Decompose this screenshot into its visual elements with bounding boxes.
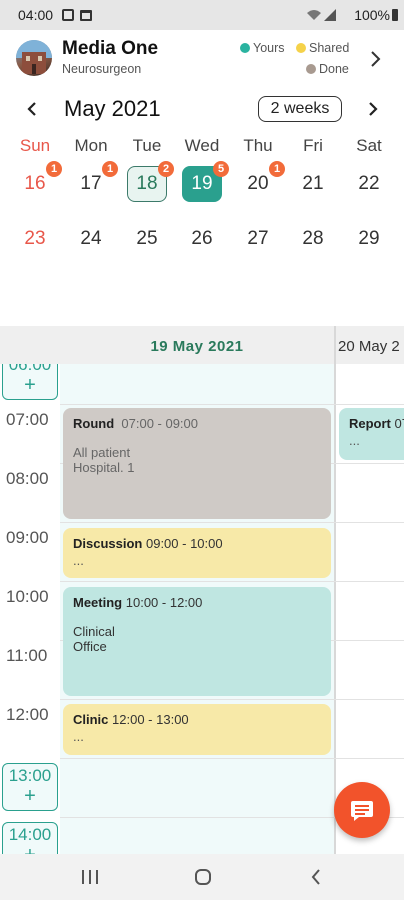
calendar-day-23[interactable]: 23 <box>15 221 55 257</box>
hour-gridline <box>60 699 404 700</box>
hour-label-0800: 08:00 <box>6 469 49 488</box>
day-header-next: 20 May 2 <box>336 326 404 364</box>
weekday-sun: Sun <box>19 136 51 155</box>
legend-shared: Shared <box>296 41 349 55</box>
weekday-fri: Fri <box>303 136 323 155</box>
wifi-signal-icon <box>307 9 336 21</box>
home-icon[interactable] <box>194 868 212 886</box>
weekday-sat: Sat <box>356 136 382 155</box>
add-slot-1300-button[interactable]: 13:00 + <box>2 763 58 811</box>
add-slot-0600-button[interactable]: 06:00 + <box>2 364 58 400</box>
event-title: Meeting <box>73 595 123 610</box>
calendar-day-29[interactable]: 29 <box>349 221 389 257</box>
chat-fab-button[interactable] <box>334 782 390 838</box>
done-dot-icon <box>306 64 316 74</box>
calendar-day-21[interactable]: 21 <box>293 166 333 202</box>
hour-gridline <box>60 522 404 523</box>
event-count-badge: 2 <box>158 161 174 177</box>
event-time: 07 <box>394 416 404 431</box>
hour-label-1000: 10:00 <box>6 587 49 606</box>
event-clinic[interactable]: Clinic 12:00 - 13:00 ... <box>63 704 331 755</box>
day-header-current: 19 May 2021 <box>60 326 334 364</box>
event-time: 07:00 - 09:00 <box>121 416 199 431</box>
weekday-thu: Thu <box>243 136 273 155</box>
column-divider <box>334 326 336 854</box>
weekday-tue: Tue <box>132 136 162 155</box>
hour-gridline <box>60 581 404 582</box>
event-detail: Hospital. 1 <box>73 460 135 475</box>
hour-label-1200: 12:00 <box>6 705 49 724</box>
calendar-day-24[interactable]: 24 <box>71 221 111 257</box>
event-time: 10:00 - 12:00 <box>125 595 203 610</box>
add-slot-clip-bottom: 14:00 + <box>0 818 60 854</box>
building-image <box>16 40 52 74</box>
battery-percent: 100% <box>354 7 390 23</box>
event-detail: ... <box>73 553 84 568</box>
event-round[interactable]: Round 07:00 - 09:00 All patient Hospital… <box>63 408 331 519</box>
legend-yours: Yours <box>240 41 285 55</box>
hour-gridline <box>60 404 404 405</box>
profile-name: Media One <box>62 38 159 59</box>
event-time: 09:00 - 10:00 <box>145 536 223 551</box>
hour-label-1100: 11:00 <box>6 646 48 665</box>
event-time: 12:00 - 13:00 <box>112 712 189 727</box>
calendar-day-28[interactable]: 28 <box>293 221 333 257</box>
month-label: May 2021 <box>64 96 161 121</box>
event-count-badge: 1 <box>269 161 285 177</box>
event-report[interactable]: Report 07 ... <box>339 408 404 460</box>
avatar[interactable] <box>16 40 52 76</box>
weekday-mon: Mon <box>74 136 108 155</box>
chat-icon <box>351 801 373 821</box>
legend-done: Done <box>306 62 349 76</box>
yours-dot-icon <box>240 43 250 53</box>
shared-dot-icon <box>296 43 306 53</box>
event-title: Report <box>349 416 391 431</box>
event-count-badge: 1 <box>46 161 62 177</box>
event-title: Round <box>73 416 115 431</box>
status-bar: 04:00 100% <box>0 0 404 30</box>
profile-title: Neurosurgeon <box>62 62 142 76</box>
system-nav-bar <box>0 854 404 900</box>
hour-gridline <box>60 758 404 759</box>
status-time: 04:00 <box>18 7 54 23</box>
calendar-day-26[interactable]: 26 <box>182 221 222 257</box>
prev-month-icon[interactable] <box>26 101 38 117</box>
battery-icon <box>392 9 398 21</box>
add-slot-clip: 06:00 + <box>0 364 60 402</box>
event-meeting[interactable]: Meeting 10:00 - 12:00 Clinical Office <box>63 587 331 696</box>
calendar-day-25[interactable]: 25 <box>127 221 167 257</box>
calendar-day-27[interactable]: 27 <box>238 221 278 257</box>
calendar-day-22[interactable]: 22 <box>349 166 389 202</box>
event-count-badge: 5 <box>213 161 229 177</box>
time-header-corner <box>0 326 60 364</box>
weekday-wed: Wed <box>184 136 220 155</box>
event-detail: ... <box>349 433 360 448</box>
hour-label-0900: 09:00 <box>6 528 49 547</box>
back-icon[interactable] <box>310 868 322 886</box>
view-mode-button[interactable]: 2 weeks <box>258 96 342 122</box>
event-detail: Clinical <box>73 624 115 639</box>
status-icons <box>62 9 92 21</box>
profile-chevron-right-icon[interactable] <box>370 50 382 68</box>
event-title: Clinic <box>73 712 109 727</box>
add-slot-1400-button[interactable]: 14:00 + <box>2 822 58 854</box>
event-count-badge: 1 <box>102 161 118 177</box>
hour-label-0700: 07:00 <box>6 410 49 429</box>
recent-apps-icon[interactable] <box>81 869 99 885</box>
event-discussion[interactable]: Discussion 09:00 - 10:00 ... <box>63 528 331 578</box>
event-title: Discussion <box>73 536 143 551</box>
event-detail: Office <box>73 639 107 654</box>
event-detail: ... <box>73 729 84 744</box>
next-month-icon[interactable] <box>367 101 379 117</box>
event-detail: All patient <box>73 445 131 460</box>
